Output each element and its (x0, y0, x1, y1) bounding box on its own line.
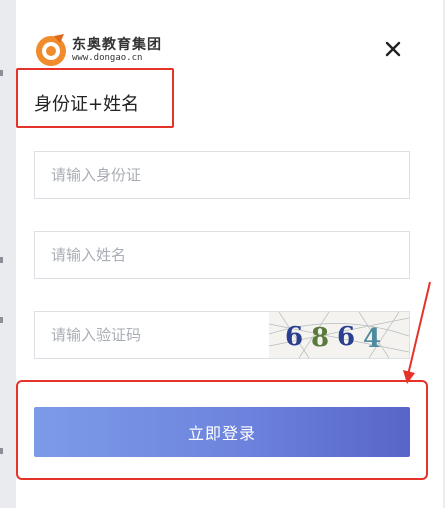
close-icon (385, 41, 401, 57)
brand-logo: 东奥教育集团 www.dongao.cn (34, 33, 174, 69)
name-field (34, 231, 410, 279)
captcha-field: 6 8 6 4 (34, 311, 410, 359)
login-button[interactable]: 立即登录 (34, 407, 410, 457)
page-title: 身份证+姓名 (34, 94, 140, 115)
id-number-field (34, 151, 410, 199)
captcha-text: 6 8 6 4 (285, 322, 381, 354)
captcha-input[interactable] (35, 312, 265, 358)
name-input[interactable] (35, 232, 409, 278)
background-mark (0, 257, 3, 263)
captcha-digit: 8 (311, 323, 329, 353)
brand-url: www.dongao.cn (72, 53, 143, 63)
background-mark (0, 70, 3, 76)
close-button[interactable] (380, 36, 406, 62)
dongao-logo-icon (36, 34, 66, 66)
background-mark (0, 448, 3, 454)
captcha-image[interactable]: 6 8 6 4 (269, 312, 409, 358)
id-number-input[interactable] (35, 152, 409, 198)
background-mark (0, 317, 3, 323)
captcha-digit: 4 (363, 324, 381, 354)
captcha-digit: 6 (337, 322, 355, 352)
brand-name: 东奥教育集团 (72, 37, 162, 53)
captcha-digit: 6 (285, 322, 303, 352)
annotation-arrow (403, 281, 431, 384)
